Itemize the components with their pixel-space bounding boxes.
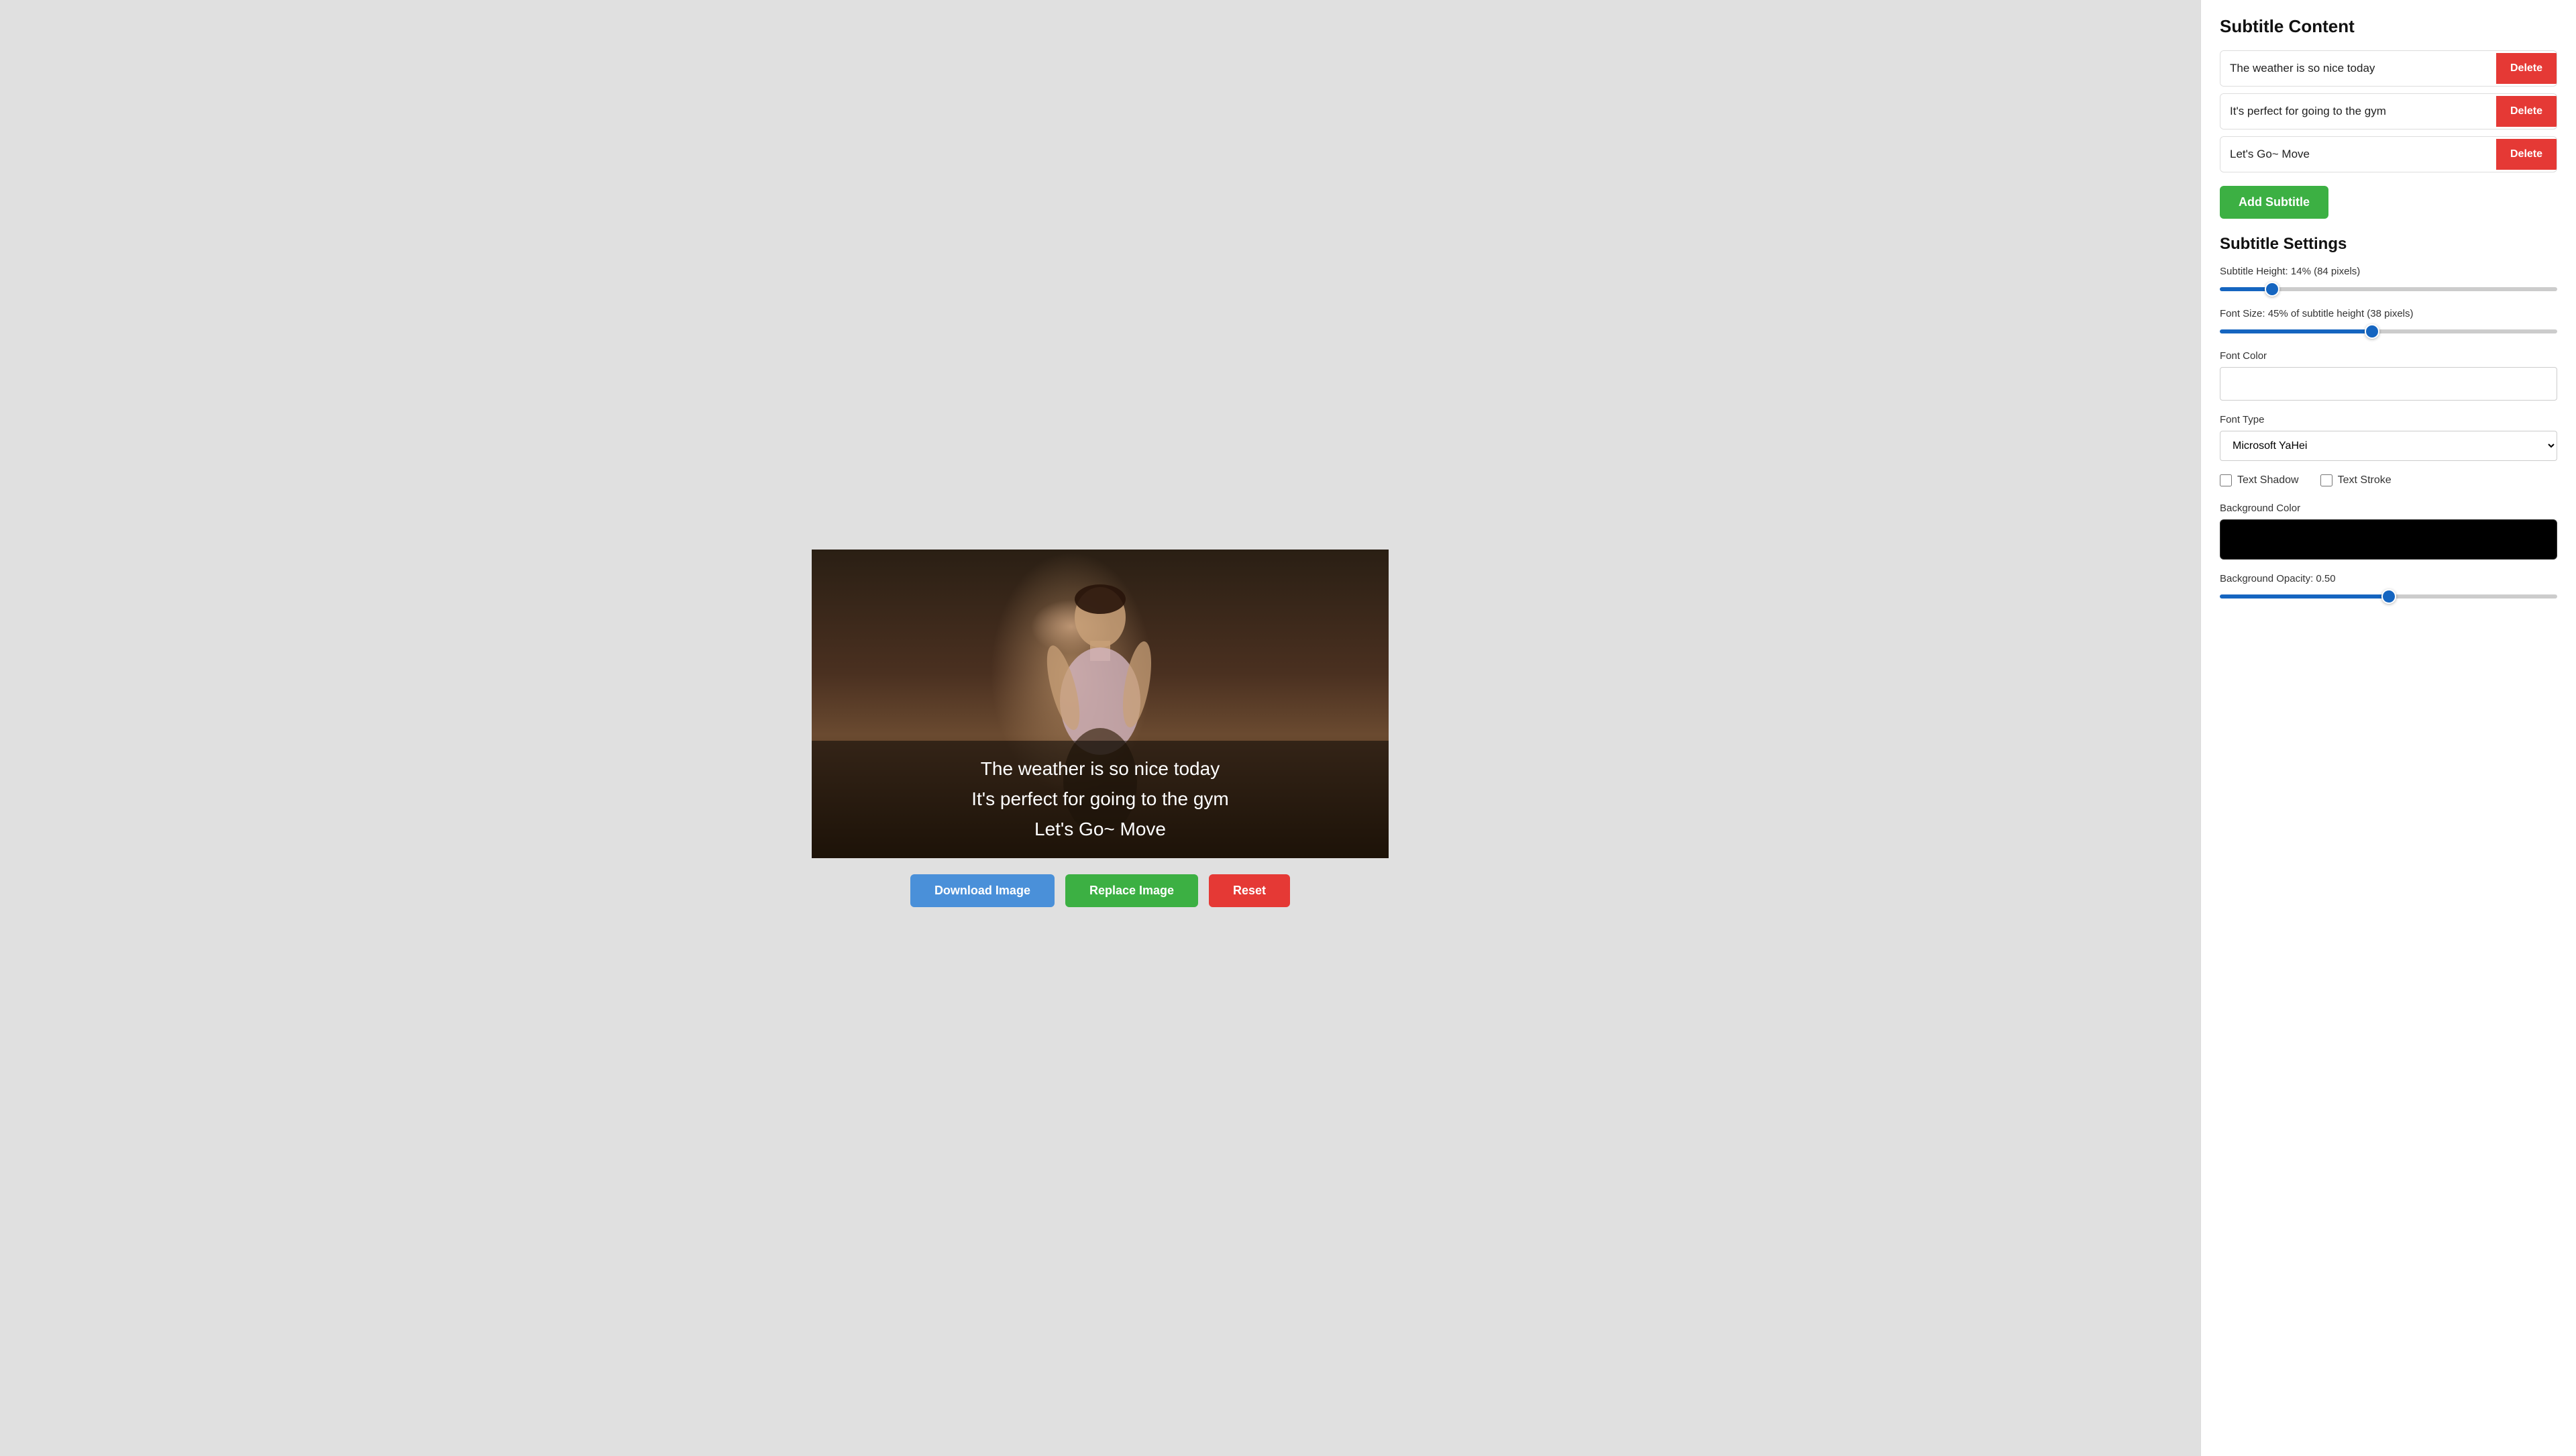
subtitle-input-3[interactable] [2220,137,2496,172]
add-subtitle-button[interactable]: Add Subtitle [2220,186,2328,219]
subtitle-rows: Delete Delete Delete [2220,50,2557,172]
bg-color-label: Background Color [2220,503,2557,514]
settings-title: Subtitle Settings [2220,235,2557,254]
checkbox-row: Text Shadow Text Stroke [2220,474,2557,486]
bg-opacity-label: Background Opacity: 0.50 [2220,573,2557,584]
replace-image-button[interactable]: Replace Image [1065,874,1198,907]
subtitle-input-1[interactable] [2220,51,2496,86]
text-stroke-label: Text Stroke [2338,474,2392,486]
font-type-label: Font Type [2220,414,2557,425]
height-slider[interactable] [2220,287,2557,291]
bg-opacity-slider[interactable] [2220,594,2557,599]
subtitle-line-2: It's perfect for going to the gym [818,784,1382,815]
subtitle-input-2[interactable] [2220,94,2496,129]
text-stroke-checkbox[interactable] [2320,474,2332,486]
text-shadow-checkbox[interactable] [2220,474,2232,486]
subtitle-row-3: Delete [2220,136,2557,172]
delete-button-1[interactable]: Delete [2496,53,2557,84]
image-container: The weather is so nice today It's perfec… [812,550,1389,907]
bg-color-input[interactable] [2220,519,2557,560]
main-image: The weather is so nice today It's perfec… [812,550,1389,858]
height-label: Subtitle Height: 14% (84 pixels) [2220,266,2557,277]
right-panel: Subtitle Content Delete Delete Delete Ad… [2200,0,2576,1456]
text-shadow-label: Text Shadow [2237,474,2299,486]
font-color-section: Font Color [2220,350,2557,401]
font-type-select[interactable]: Microsoft YaHei Arial Times New Roman Co… [2220,431,2557,461]
action-buttons: Download Image Replace Image Reset [812,874,1389,907]
font-color-input[interactable] [2220,367,2557,401]
font-type-section: Font Type Microsoft YaHei Arial Times Ne… [2220,414,2557,461]
delete-button-3[interactable]: Delete [2496,139,2557,170]
subtitle-overlay: The weather is so nice today It's perfec… [812,741,1389,857]
subtitle-row-2: Delete [2220,93,2557,129]
text-shadow-checkbox-label[interactable]: Text Shadow [2220,474,2299,486]
bg-opacity-section: Background Opacity: 0.50 [2220,573,2557,602]
bg-color-section: Background Color [2220,503,2557,560]
height-setting: Subtitle Height: 14% (84 pixels) [2220,266,2557,295]
delete-button-2[interactable]: Delete [2496,96,2557,127]
content-title: Subtitle Content [2220,16,2557,37]
left-panel: The weather is so nice today It's perfec… [0,0,2200,1456]
reset-button[interactable]: Reset [1209,874,1290,907]
subtitle-line-3: Let's Go~ Move [818,815,1382,845]
subtitle-row-1: Delete [2220,50,2557,87]
download-image-button[interactable]: Download Image [910,874,1055,907]
subtitle-line-1: The weather is so nice today [818,754,1382,784]
font-size-slider[interactable] [2220,329,2557,333]
font-size-setting: Font Size: 45% of subtitle height (38 pi… [2220,308,2557,337]
font-color-label: Font Color [2220,350,2557,362]
text-stroke-checkbox-label[interactable]: Text Stroke [2320,474,2392,486]
font-size-label: Font Size: 45% of subtitle height (38 pi… [2220,308,2557,319]
